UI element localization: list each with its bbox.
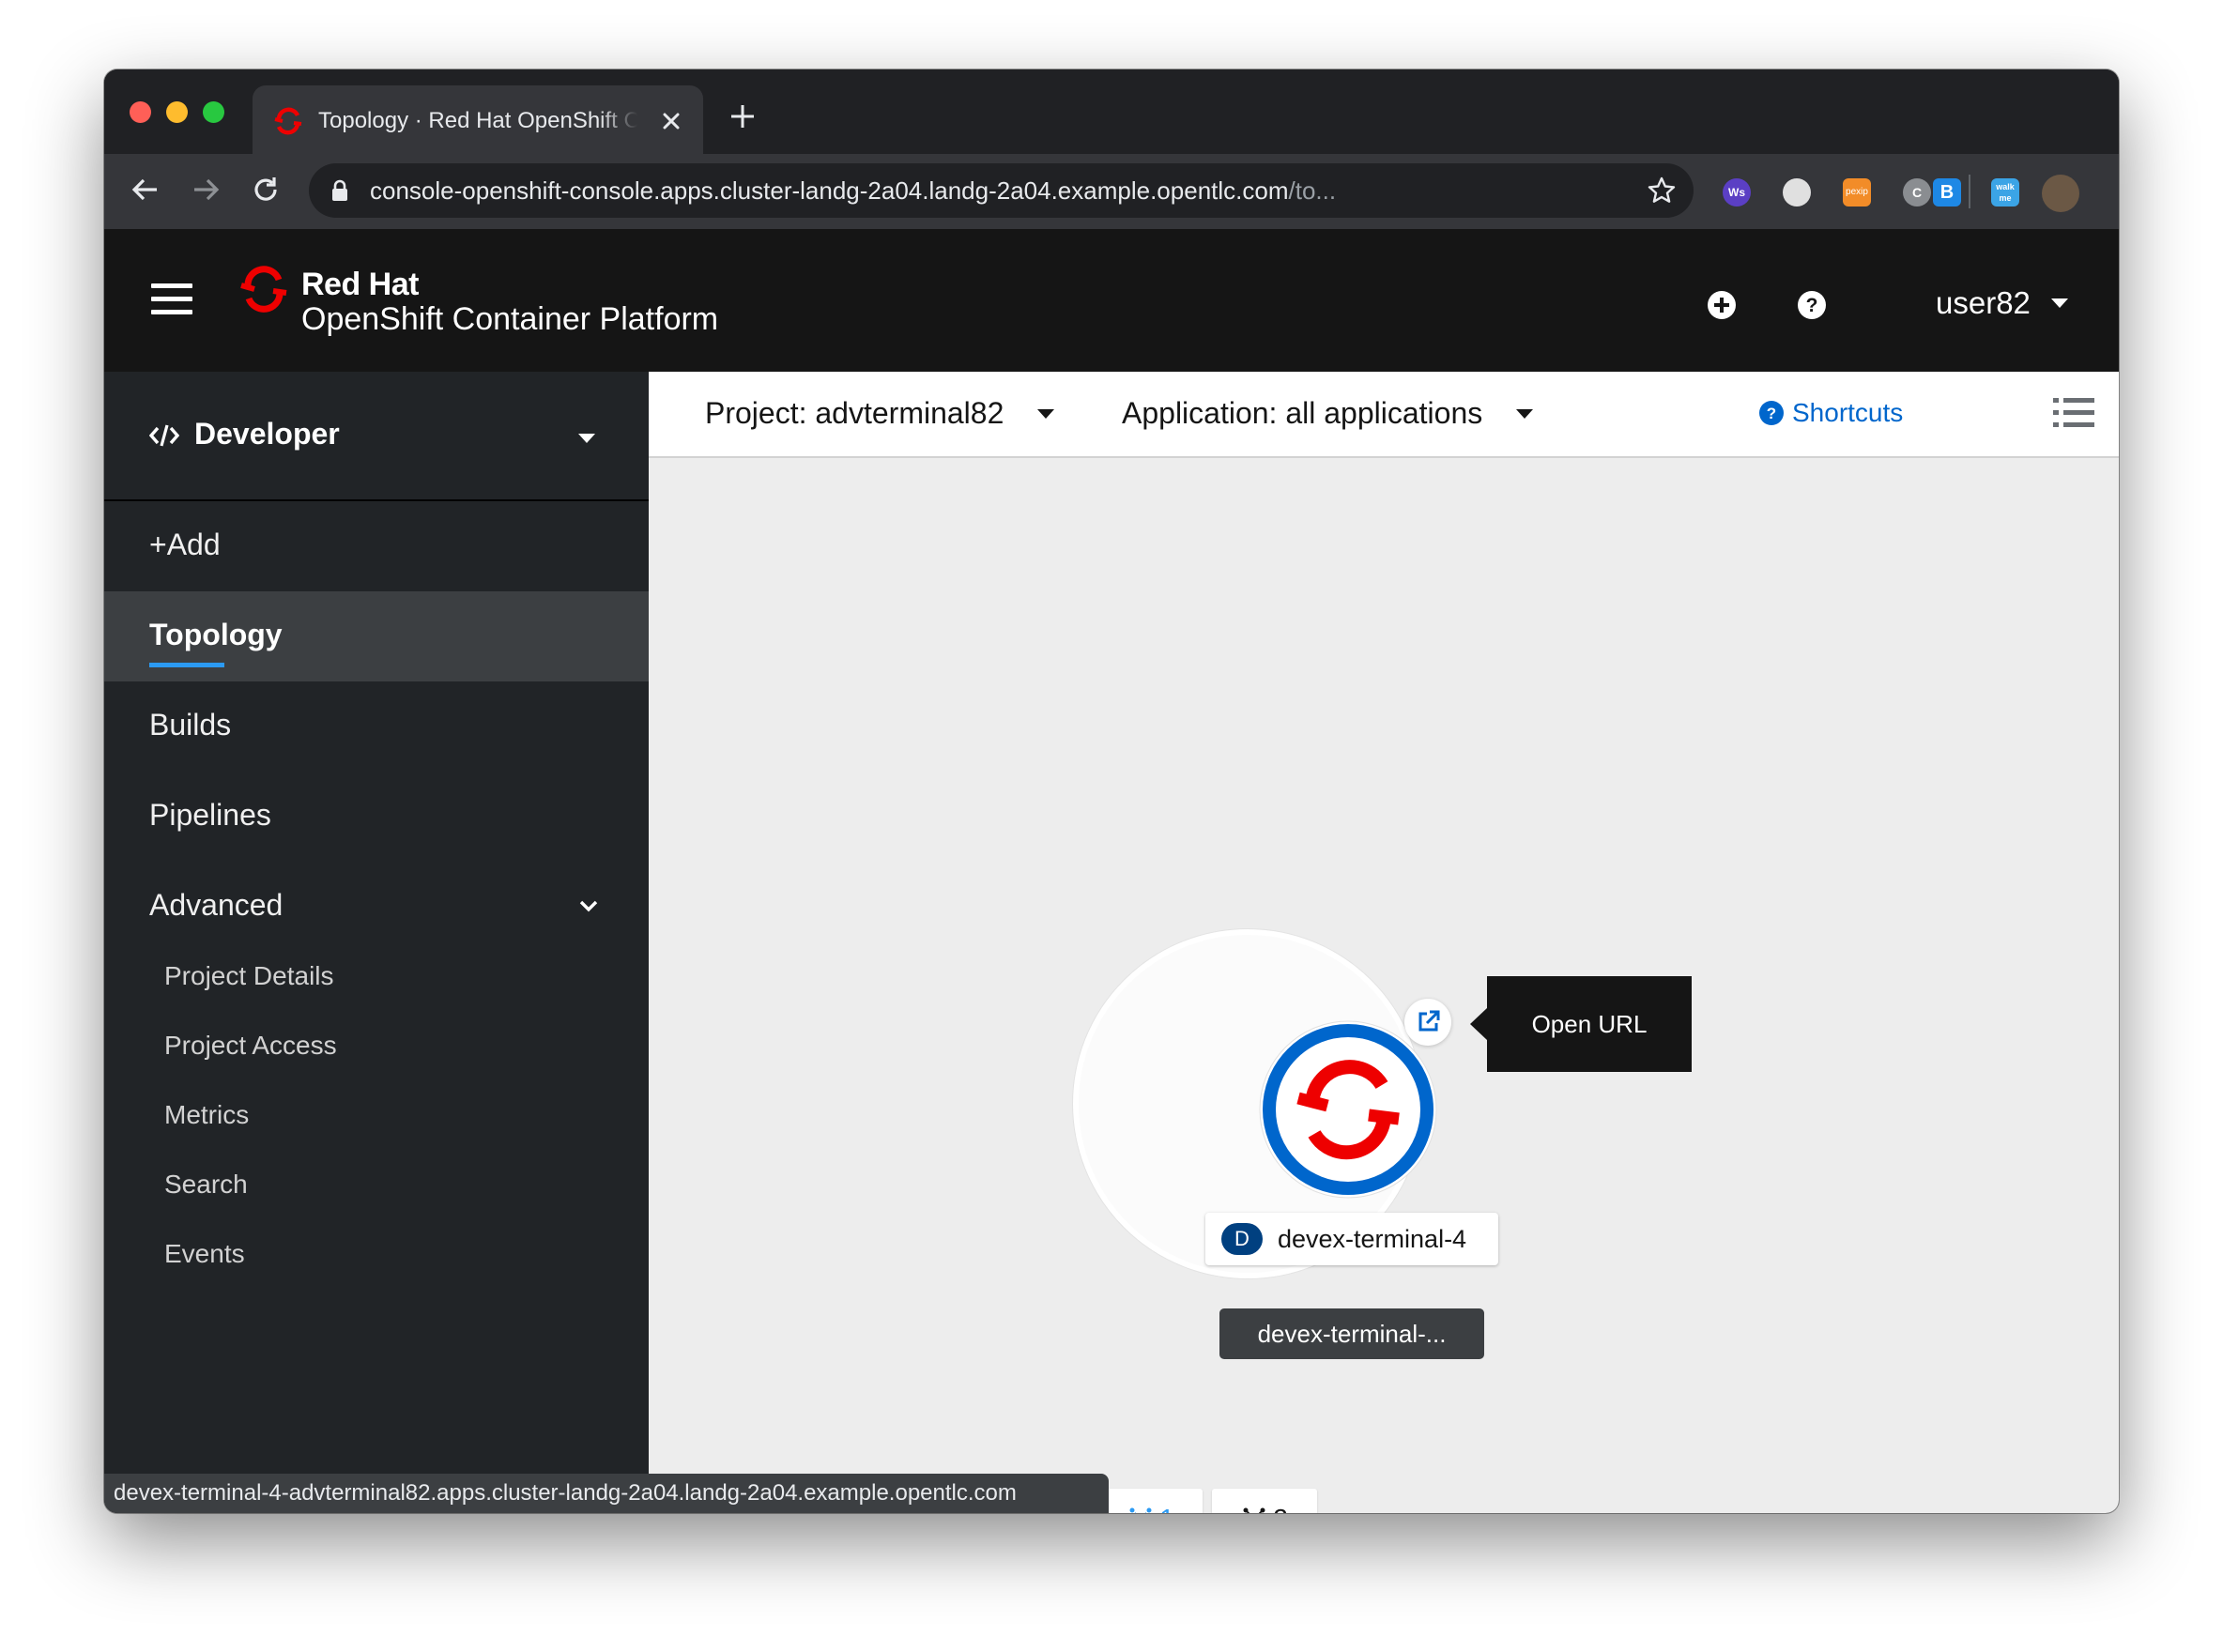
perspective-switcher[interactable]: Developer: [104, 372, 649, 501]
nav-item-project-access[interactable]: Project Access: [164, 1031, 337, 1061]
nav-item-add[interactable]: +Add: [104, 501, 649, 591]
node-name: devex-terminal-4: [1278, 1224, 1467, 1253]
forward-arrow-icon[interactable]: [189, 173, 222, 206]
nav-item-label: +Add: [149, 528, 221, 561]
chevron-down-icon: [579, 900, 598, 912]
nav-item-metrics[interactable]: Metrics: [164, 1100, 249, 1130]
browser-toolbar: console-openshift-console.apps.cluster-l…: [104, 154, 2119, 229]
lock-icon: [332, 179, 347, 201]
extension-pexip-icon[interactable]: pexip: [1843, 178, 1871, 206]
deployment-badge: D: [1221, 1223, 1263, 1255]
shortcuts-link[interactable]: ? Shortcuts: [1758, 398, 1903, 428]
nav-item-label: Builds: [149, 708, 232, 742]
address-bar[interactable]: console-openshift-console.apps.cluster-l…: [309, 163, 1694, 218]
nav-item-search[interactable]: Search: [164, 1170, 248, 1200]
project-selector-label: Project: advterminal82: [705, 396, 1004, 430]
user-menu[interactable]: user82: [1936, 285, 2068, 321]
toolbar-separator: [1969, 175, 1970, 208]
extension-c-icon[interactable]: C: [1903, 178, 1931, 206]
nav-item-project-details[interactable]: Project Details: [164, 961, 334, 991]
topology-main: Project: advterminal82 Application: all …: [649, 372, 2119, 1513]
topology-layout-icon: [1129, 1507, 1152, 1513]
close-window-button[interactable]: [130, 101, 151, 123]
url-text: console-openshift-console.apps.cluster-l…: [370, 176, 1337, 205]
layout-1-label: 1: [1159, 1504, 1174, 1513]
open-url-tooltip: Open URL: [1470, 976, 1692, 1072]
nav-item-topology[interactable]: Topology: [104, 591, 649, 681]
sidebar: Developer +Add Topology Builds Pipelines…: [104, 372, 649, 1513]
bookmark-star-icon[interactable]: [1647, 176, 1677, 206]
status-url-bubble: devex-terminal-4-advterminal82.apps.clus…: [104, 1474, 1109, 1513]
deployment-node[interactable]: [1256, 1017, 1440, 1201]
caret-down-icon: [1516, 408, 1534, 419]
active-indicator: [149, 663, 224, 667]
nav-item-label: Topology: [149, 618, 283, 651]
perspective-label: Developer: [194, 417, 340, 451]
application-selector[interactable]: Application: all applications: [1122, 396, 1534, 431]
nav-item-events[interactable]: Events: [164, 1239, 245, 1269]
minimize-window-button[interactable]: [166, 101, 188, 123]
reload-icon[interactable]: [249, 173, 283, 206]
project-selector[interactable]: Project: advterminal82: [705, 396, 1055, 431]
extension-ws-icon[interactable]: Ws: [1723, 178, 1751, 206]
nav-item-label: Advanced: [149, 888, 284, 922]
extension-b-icon[interactable]: B: [1933, 178, 1961, 206]
help-circle-icon[interactable]: ?: [1796, 289, 1828, 321]
code-icon: [149, 424, 179, 447]
browser-window: Topology · Red Hat OpenShift Container P…: [104, 69, 2119, 1513]
application-selector-label: Application: all applications: [1122, 396, 1483, 430]
back-arrow-icon[interactable]: [129, 173, 162, 206]
brand-product: OpenShift Container Platform: [301, 301, 719, 337]
node-label[interactable]: D devex-terminal-4: [1205, 1213, 1498, 1265]
extension-circle-icon[interactable]: [1783, 178, 1811, 206]
browser-tab[interactable]: Topology · Red Hat OpenShift Container P…: [253, 85, 703, 154]
layout-2-button[interactable]: 2: [1212, 1489, 1317, 1513]
plus-circle-icon[interactable]: [1706, 289, 1738, 321]
list-view-icon[interactable]: [2053, 396, 2094, 430]
nav-item-builds[interactable]: Builds: [104, 681, 649, 772]
username: user82: [1936, 285, 2031, 320]
nav-item-label: Pipelines: [149, 798, 271, 832]
question-circle-icon: ?: [1759, 401, 1784, 425]
tab-title: Topology · Red Hat OpenShift Container P…: [318, 108, 637, 133]
nav-item-advanced[interactable]: Advanced: [104, 862, 649, 952]
svg-text:?: ?: [1806, 295, 1818, 316]
caret-down-icon: [2050, 298, 2068, 308]
new-tab-icon[interactable]: [728, 101, 758, 131]
close-tab-icon[interactable]: [658, 108, 684, 134]
caret-down-icon: [578, 434, 595, 443]
openshift-favicon-icon: [274, 107, 302, 135]
openshift-logo-icon: [240, 266, 287, 313]
extension-walkme-icon[interactable]: walk me: [1991, 178, 2019, 206]
application-group-label[interactable]: devex-terminal-...: [1219, 1308, 1484, 1359]
topology-layout-icon: [1243, 1507, 1265, 1513]
svg-text:?: ?: [1767, 405, 1776, 422]
nav-item-pipelines[interactable]: Pipelines: [104, 772, 649, 862]
masthead: Red Hat OpenShift Container Platform ? u…: [104, 229, 2119, 372]
tab-strip: Topology · Red Hat OpenShift Container P…: [104, 69, 2119, 154]
maximize-window-button[interactable]: [203, 101, 224, 123]
external-link-icon: [1418, 1010, 1440, 1032]
open-url-decorator[interactable]: [1404, 999, 1451, 1046]
hamburger-menu-icon[interactable]: [151, 283, 192, 317]
project-bar: Project: advterminal82 Application: all …: [649, 372, 2119, 458]
layout-1-button[interactable]: 1: [1099, 1489, 1203, 1513]
caret-down-icon: [1037, 408, 1055, 419]
brand-red-hat: Red Hat: [301, 267, 419, 302]
shortcuts-label: Shortcuts: [1792, 398, 1904, 427]
layout-2-label: 2: [1273, 1504, 1288, 1513]
